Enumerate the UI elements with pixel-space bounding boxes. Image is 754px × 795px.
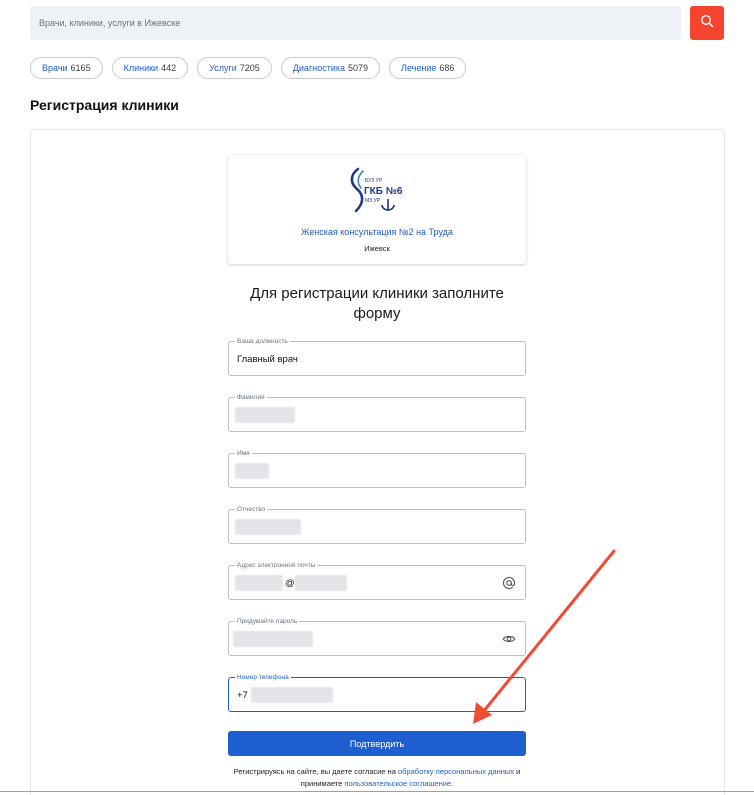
field-label: Ваша должность [235, 337, 290, 346]
field-label: Придумайте пароль [235, 617, 300, 626]
clinic-city: Ижевск [364, 244, 390, 253]
logo-text-main: ГКБ №6 [364, 186, 403, 197]
chip-label: Диагностика [292, 63, 345, 73]
logo-text-top: БУЗ УР [365, 178, 383, 184]
surname-field[interactable]: Фамилия [228, 393, 526, 432]
consent-text: Регистрируясь на сайте, вы даете согласи… [228, 766, 526, 790]
chip-label: Клиники [123, 63, 159, 73]
chip-label: Лечение [401, 63, 437, 73]
search-bar [30, 6, 681, 40]
search-icon [700, 14, 714, 33]
submit-button[interactable]: Подтвердить [228, 731, 526, 756]
clinic-logo: БУЗ УР ГКБ №6 МЗ УР [344, 165, 412, 217]
field-label: Фамилия [235, 393, 267, 402]
personal-data-link[interactable]: обработку персональных данных [398, 767, 514, 776]
search-input[interactable] [30, 6, 681, 40]
chip-count: 6165 [70, 63, 91, 73]
at-icon [502, 576, 516, 590]
chip-label: Врачи [42, 63, 68, 73]
field-label: Номер телефона [235, 673, 291, 682]
email-at-sign: @ [285, 578, 295, 589]
email-field[interactable]: Адрес электронной почты @ [228, 561, 526, 600]
field-value: Главный врач [237, 354, 298, 365]
chip-count: 686 [439, 63, 455, 73]
position-field[interactable]: Ваша должность Главный врач [228, 337, 526, 376]
first-name-field[interactable]: Имя [228, 449, 526, 488]
redacted-value [235, 407, 295, 423]
redacted-value [235, 575, 283, 591]
patronymic-field[interactable]: Отчество [228, 505, 526, 544]
chip-label: Услуги [209, 63, 237, 73]
user-agreement-link[interactable]: пользовательское соглашение [344, 779, 451, 788]
field-label: Отчество [235, 505, 268, 514]
redacted-value [233, 631, 313, 647]
category-chips: Врачи 6165 Клиники 442 Услуги 7205 Диагн… [30, 57, 467, 79]
logo-text-bottom: МЗ УР [365, 198, 381, 204]
redacted-value [251, 687, 333, 703]
chip-count: 442 [161, 63, 177, 73]
phone-field[interactable]: Номер телефона +7 [228, 673, 526, 712]
eye-icon[interactable] [502, 632, 516, 646]
search-button[interactable] [690, 6, 724, 40]
divider [0, 791, 754, 792]
redacted-value [235, 519, 301, 535]
chip-services[interactable]: Услуги 7205 [197, 57, 272, 79]
password-field[interactable]: Придумайте пароль [228, 617, 526, 656]
chip-diagnostics[interactable]: Диагностика 5079 [280, 57, 381, 79]
chip-count: 7205 [239, 63, 260, 73]
clinic-card: БУЗ УР ГКБ №6 МЗ УР Женская консультация… [228, 155, 526, 264]
consent-prefix: Регистрируясь на сайте, вы даете согласи… [233, 767, 396, 776]
form-heading: Для регистрации клиники заполните форму [250, 285, 504, 322]
redacted-value [235, 463, 269, 479]
redacted-value [295, 575, 347, 591]
page-title: Регистрация клиники [30, 97, 179, 113]
consent-suffix: . [451, 779, 454, 788]
chip-clinics[interactable]: Клиники 442 [111, 57, 189, 79]
field-label: Адрес электронной почты [235, 561, 318, 570]
chip-treatment[interactable]: Лечение 686 [389, 57, 467, 79]
field-label: Имя [235, 449, 252, 458]
chip-doctors[interactable]: Врачи 6165 [30, 57, 103, 79]
clinic-name-link[interactable]: Женская консультация №2 на Труда [228, 227, 526, 237]
chip-count: 5079 [348, 63, 369, 73]
phone-prefix: +7 [237, 690, 248, 701]
